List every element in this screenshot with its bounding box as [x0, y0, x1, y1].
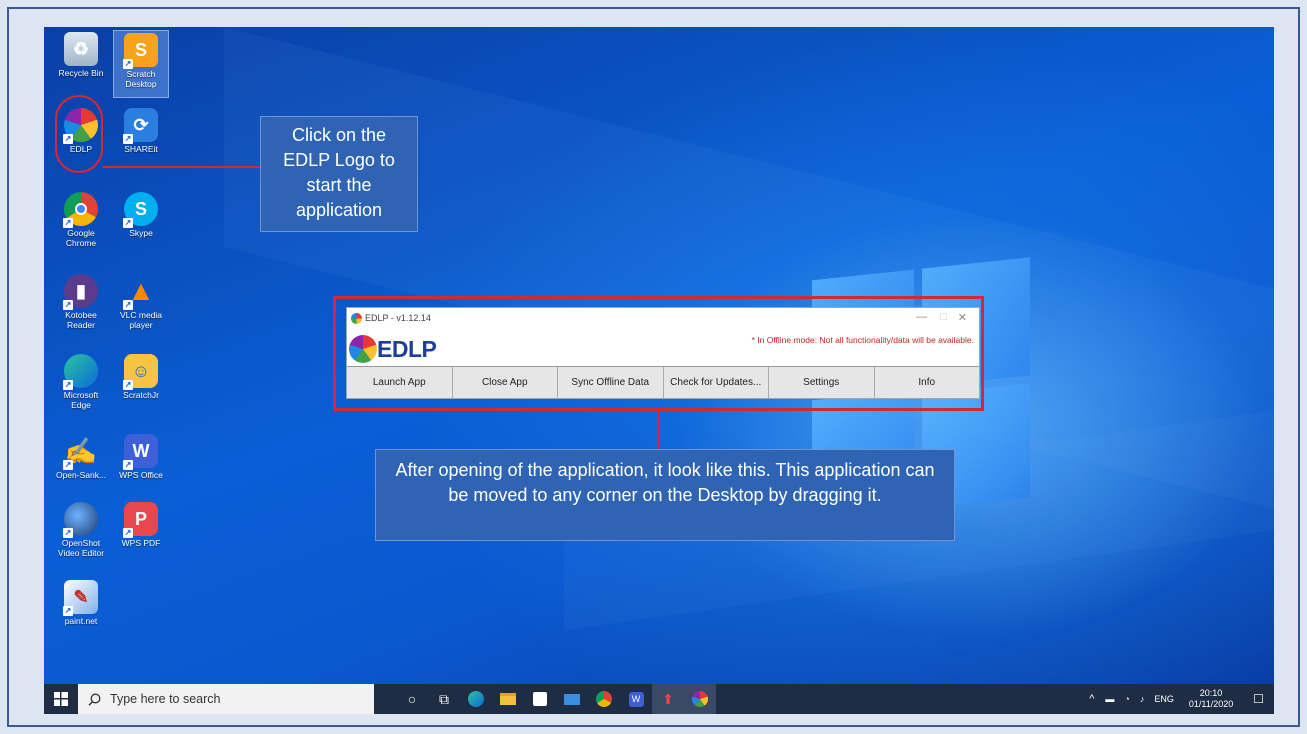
- desktop-icon-paint-net[interactable]: ✎ ↗ paint.net: [53, 578, 109, 644]
- maximize-button[interactable]: □: [940, 311, 947, 323]
- file-explorer-icon[interactable]: [492, 684, 524, 714]
- kotobee-icon: ▮ ↗: [63, 274, 98, 310]
- vlc-cone-icon: ▲ ↗: [123, 275, 155, 310]
- launch-app-button[interactable]: Launch App: [347, 367, 453, 398]
- paint-net-icon: ✎ ↗: [63, 580, 98, 616]
- desktop-icon-wps-pdf[interactable]: P ↗ WPS PDF: [113, 500, 169, 566]
- openshot-icon: ↗: [63, 502, 98, 538]
- skype-icon: S ↗: [123, 192, 158, 228]
- desktop-icon-label: Recycle Bin: [58, 68, 104, 78]
- app-header: EDLP * In Offline mode: Not all function…: [347, 330, 979, 368]
- connector-line: [103, 166, 260, 168]
- start-button[interactable]: [44, 684, 78, 714]
- scratch-icon: S ↗: [123, 33, 158, 69]
- edlp-highlight-ring: [55, 95, 103, 173]
- show-hidden-icons-button[interactable]: ^: [1083, 693, 1100, 705]
- desktop-icon-label: VLC media player: [119, 310, 163, 330]
- wps-taskbar-icon[interactable]: W: [620, 684, 652, 714]
- callout-app-description: After opening of the application, it loo…: [375, 449, 955, 541]
- task-view-icon[interactable]: ⧉: [428, 684, 460, 714]
- clock-time: 20:10: [1199, 688, 1223, 698]
- desktop-icon-vlc[interactable]: ▲ ↗ VLC media player: [113, 272, 169, 338]
- desktop-icon-openshot[interactable]: ↗ OpenShot Video Editor: [53, 500, 109, 566]
- notification-center-icon[interactable]: ☐: [1243, 692, 1274, 706]
- desktop-icon-label: Scratch Desktop: [125, 69, 157, 89]
- store-icon[interactable]: [524, 684, 556, 714]
- desktop-icon-label: Skype: [129, 228, 153, 238]
- windows-logo-icon: [54, 692, 68, 706]
- app-logo-text: EDLP: [377, 336, 437, 362]
- desktop-icon-label: WPS Office: [119, 470, 163, 480]
- shareit-icon: ⟳ ↗: [123, 108, 158, 144]
- app-button-bar: Launch App Close App Sync Offline Data C…: [347, 366, 979, 398]
- desktop-icon-recycle-bin[interactable]: ♻ Recycle Bin: [53, 30, 109, 96]
- desktop-icon-label: SHAREit: [124, 144, 158, 154]
- taskbar-search-box[interactable]: Type here to search: [78, 684, 374, 714]
- desktop-icon-label: WPS PDF: [121, 538, 161, 548]
- desktop-icon-label: Kotobee Reader: [65, 310, 97, 330]
- open-sankore-icon: ✍ ↗: [63, 435, 98, 470]
- edge-taskbar-icon[interactable]: [460, 684, 492, 714]
- info-button[interactable]: Info: [874, 367, 979, 398]
- recycle-bin-icon: ♻: [64, 32, 98, 66]
- close-window-button[interactable]: ✕: [958, 311, 967, 324]
- taskbar: Type here to search ○ ⧉ W ⬆ ^ ▬ ◔ ♪ ENG …: [44, 684, 1274, 714]
- system-tray: ^ ▬ ◔ ♪ ENG 20:10 01/11/2020 ☐: [1083, 684, 1274, 714]
- callout-click-edlp: Click on the EDLP Logo to start the appl…: [260, 116, 418, 232]
- desktop-icon-open-sankore[interactable]: ✍ ↗ Open-Sank...: [53, 432, 109, 498]
- desktop-icon-scratchjr[interactable]: ☺ ↗ ScratchJr: [113, 352, 169, 418]
- edlp-taskbar-icon[interactable]: [684, 684, 716, 714]
- close-app-button[interactable]: Close App: [452, 367, 558, 398]
- desktop-icon-label: paint.net: [64, 616, 98, 626]
- volume-icon[interactable]: ♪: [1135, 694, 1150, 704]
- language-indicator[interactable]: ENG: [1149, 694, 1179, 704]
- edlp-logo-icon: [349, 335, 377, 363]
- edlp-small-logo-icon: [351, 312, 362, 324]
- wps-pdf-icon: P ↗: [123, 502, 158, 538]
- edge-icon: ↗: [63, 354, 98, 390]
- battery-icon[interactable]: ▬: [1100, 694, 1119, 704]
- desktop-icon-shareit[interactable]: ⟳ ↗ SHAREit: [113, 106, 169, 172]
- desktop-icon-label: OpenShot Video Editor: [57, 538, 105, 558]
- minimize-button[interactable]: —: [916, 311, 927, 323]
- desktop-icon-microsoft-edge[interactable]: ↗ Microsoft Edge: [53, 352, 109, 418]
- app-title: EDLP - v1.12.14: [365, 313, 431, 323]
- cortana-icon[interactable]: ○: [396, 684, 428, 714]
- desktop-icon-wps-office[interactable]: W ↗ WPS Office: [113, 432, 169, 498]
- desktop-icon-label: ScratchJr: [123, 390, 159, 400]
- search-icon: [88, 693, 101, 706]
- wifi-icon[interactable]: ◔: [1119, 694, 1134, 704]
- chrome-icon: ↗: [63, 192, 98, 228]
- app-titlebar[interactable]: EDLP - v1.12.14 — □ ✕: [347, 308, 979, 328]
- desktop-icon-google-chrome[interactable]: ↗ Google Chrome: [53, 190, 109, 256]
- sync-offline-data-button[interactable]: Sync Offline Data: [558, 367, 664, 398]
- chrome-taskbar-icon[interactable]: [588, 684, 620, 714]
- edlp-app-window[interactable]: EDLP - v1.12.14 — □ ✕ EDLP * In Offline …: [346, 307, 980, 399]
- connector-line: [657, 411, 659, 449]
- desktop-icon-label: Open-Sank...: [55, 470, 107, 480]
- app-taskbar-icon[interactable]: ⬆: [652, 684, 684, 714]
- clock[interactable]: 20:10 01/11/2020: [1179, 688, 1243, 710]
- desktop-icon-scratch-desktop[interactable]: S ↗ Scratch Desktop: [113, 30, 169, 98]
- settings-button[interactable]: Settings: [769, 367, 875, 398]
- search-placeholder: Type here to search: [110, 692, 221, 706]
- offline-notice: * In Offline mode: Not all functionality…: [751, 335, 974, 345]
- desktop-icon-label: Google Chrome: [65, 228, 97, 248]
- clock-date: 01/11/2020: [1188, 699, 1234, 709]
- desktop-icon-kotobee-reader[interactable]: ▮ ↗ Kotobee Reader: [53, 272, 109, 338]
- desktop-icon-skype[interactable]: S ↗ Skype: [113, 190, 169, 256]
- scratchjr-icon: ☺ ↗: [123, 354, 158, 390]
- check-for-updates-button[interactable]: Check for Updates...: [663, 367, 769, 398]
- desktop-icon-label: Microsoft Edge: [63, 390, 99, 410]
- mail-icon[interactable]: [556, 684, 588, 714]
- wps-office-icon: W ↗: [123, 434, 158, 470]
